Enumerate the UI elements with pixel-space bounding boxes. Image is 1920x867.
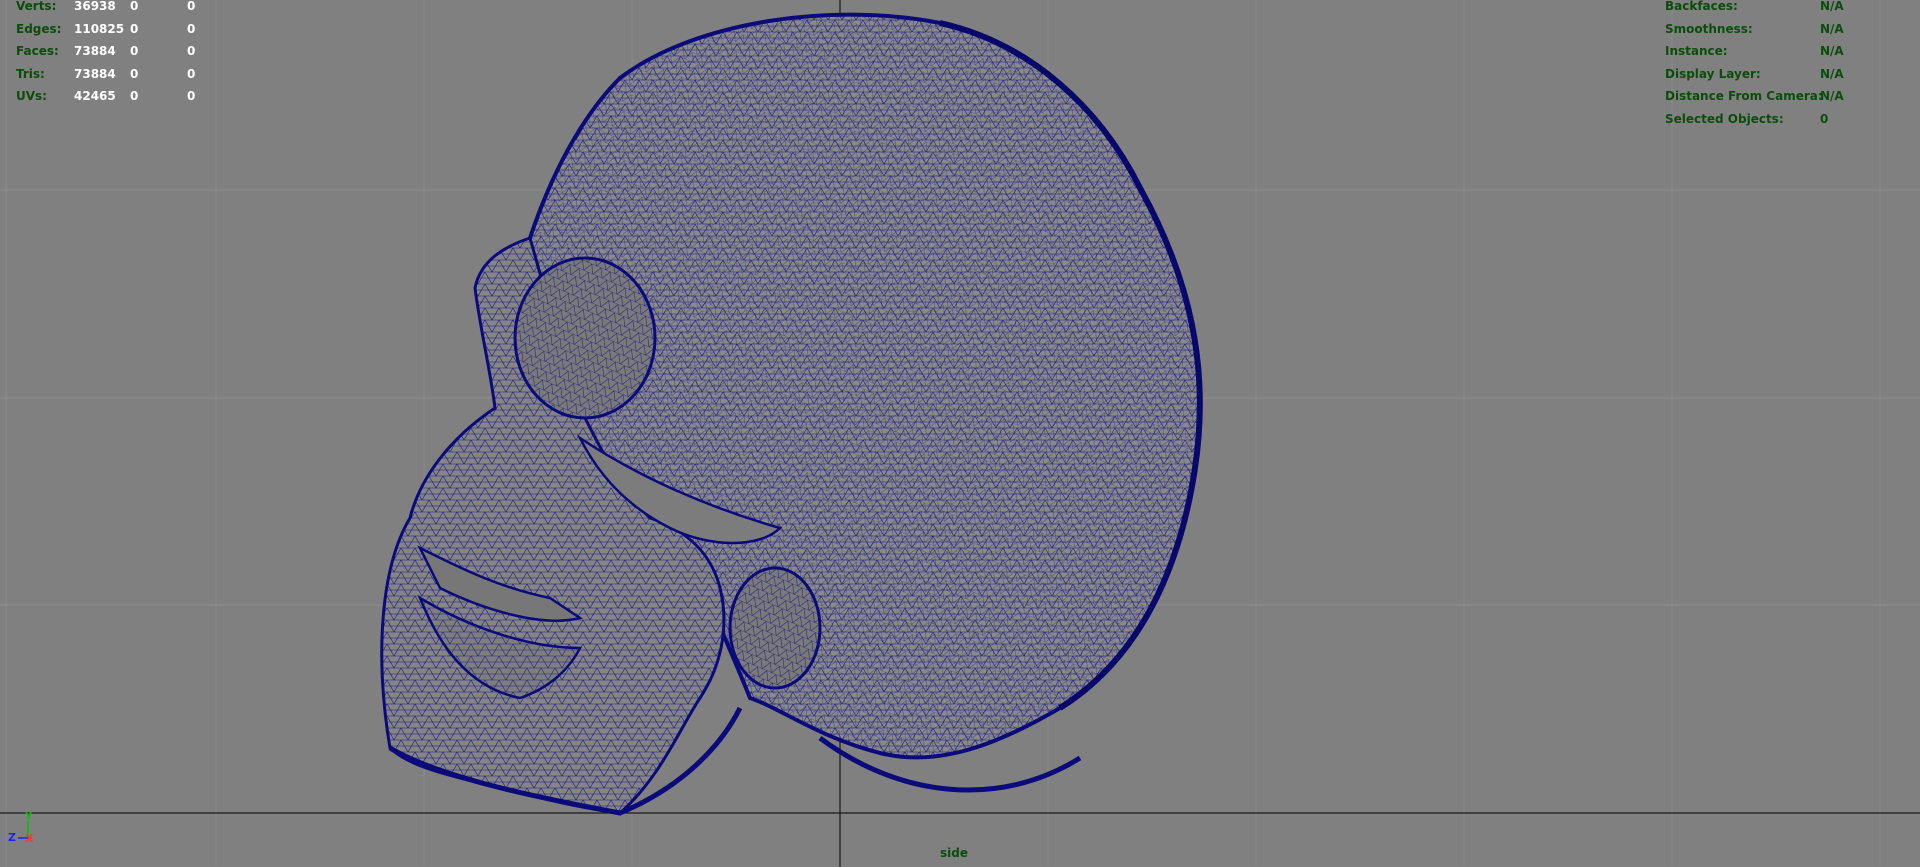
stat-value: 0 (130, 44, 139, 59)
info-label: Distance From Camera: (1665, 89, 1823, 104)
info-value: N/A (1820, 44, 1844, 59)
stat-label: Faces: (16, 44, 59, 59)
stat-value: 0 (187, 89, 196, 104)
stat-value: 0 (130, 21, 139, 36)
stat-value: 73884 (74, 66, 116, 81)
stat-label: Verts: (16, 0, 57, 13)
camera-name-label: side (940, 846, 968, 860)
stat-value: 42465 (74, 89, 116, 104)
stat-value: 0 (130, 89, 139, 104)
skull-wireframe-mesh[interactable] (380, 8, 1400, 830)
info-label: Display Layer: (1665, 66, 1761, 81)
stat-value: 0 (187, 0, 196, 13)
info-label: Instance: (1665, 44, 1728, 59)
stat-value: 36938 (74, 0, 116, 13)
stat-label: Edges: (16, 21, 62, 36)
info-value: N/A (1820, 21, 1844, 36)
info-value: 0 (1820, 111, 1829, 126)
stat-value: 0 (130, 66, 139, 81)
stat-label: Tris: (16, 66, 45, 81)
gizmo-z-label: Z (8, 831, 16, 844)
stat-value: 110825 (74, 21, 125, 36)
info-label: Backfaces: (1665, 0, 1738, 13)
stat-value: 0 (187, 21, 196, 36)
stat-value: 0 (187, 66, 196, 81)
info-value: N/A (1820, 89, 1844, 104)
info-value: N/A (1820, 66, 1844, 81)
info-value: N/A (1820, 0, 1844, 13)
axis-gizmo-icon: Y Z X (8, 811, 34, 845)
stat-value: 73884 (74, 44, 116, 59)
stat-value: 0 (187, 44, 196, 59)
stat-label: UVs: (16, 89, 47, 104)
gizmo-x-label: X (25, 832, 34, 845)
info-label: Smoothness: (1665, 21, 1753, 36)
gizmo-y-label: Y (24, 811, 33, 822)
stat-value: 0 (130, 0, 139, 13)
info-label: Selected Objects: (1665, 111, 1784, 126)
side-viewport[interactable]: Verts: 36938 0 0 Edges: 110825 0 0 Faces… (0, 0, 1920, 867)
